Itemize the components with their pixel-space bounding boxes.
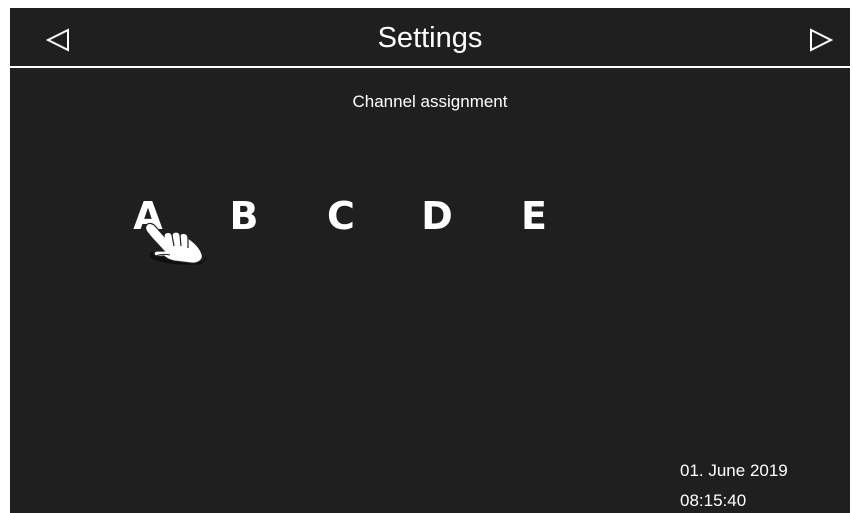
channel-c-button[interactable]: C: [311, 191, 371, 241]
channel-a-button[interactable]: A: [118, 191, 178, 241]
header-bar: Settings: [10, 8, 850, 68]
section-title: Channel assignment: [352, 92, 508, 111]
page-title: Settings: [377, 22, 483, 54]
channel-e-button[interactable]: E: [504, 191, 564, 241]
status-date: 01. June 2019: [680, 461, 788, 480]
triangle-right-icon: [810, 28, 834, 52]
next-page-button[interactable]: [801, 20, 841, 60]
channel-b-button[interactable]: B: [214, 191, 274, 241]
status-time: 08:15:40: [680, 491, 747, 510]
channel-d-button[interactable]: D: [407, 191, 467, 241]
settings-screen: Settings Channel assignment A B C D E 01…: [10, 8, 850, 513]
